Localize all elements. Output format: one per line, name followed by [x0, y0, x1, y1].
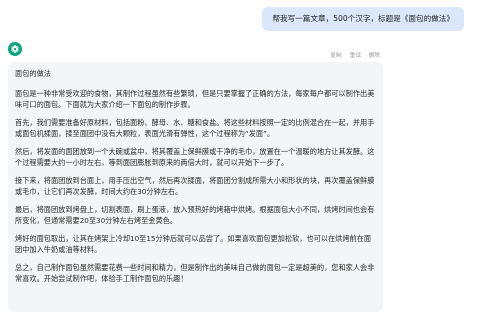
message-actions: 复制 重试 删除	[330, 51, 380, 59]
delete-button[interactable]: 删除	[369, 51, 380, 59]
article-paragraph: 面包是一种非常受欢迎的食物，其制作过程虽然有些繁琐，但是只要掌握了正确的方法，每…	[15, 88, 375, 110]
article-paragraph: 然后，将发面的面团放到一个大碗或盆中，将其覆盖上保鲜膜或干净的毛巾，放置在一个温…	[15, 146, 375, 168]
article-paragraph: 烤好的面包取出，让其在烤架上冷却10至15分钟后就可以品尝了。如果喜欢面包更加松…	[15, 233, 372, 255]
retry-button[interactable]: 重试	[350, 51, 361, 59]
article-paragraph: 首先，我们需要准备好原材料，包括面粉、酵母、水、糖和食盐。将这些材料按照一定的比…	[15, 117, 375, 139]
user-message-text: 帮我写一篇文章，500个汉字，标题是《面包的做法》	[272, 14, 454, 23]
openai-logo-icon	[11, 45, 19, 53]
article-paragraph: 总之，自己制作面包虽然需要花费一些时间和精力，但是制作出的美味自己做的面包一定是…	[15, 262, 375, 284]
article-paragraph: 最后，将面团放到烤盘上，切割表面，刷上蛋液，放入预热好的烤箱中烘烤。根据面包大小…	[15, 204, 375, 226]
copy-button[interactable]: 复制	[330, 51, 341, 59]
article-title: 面包的做法	[15, 69, 51, 78]
assistant-avatar	[8, 42, 22, 56]
article-paragraph: 接下来，将面团放到台面上，用手压出空气，然后再次揉面，将面团分割成所需大小和形状…	[15, 175, 375, 197]
user-message-bubble: 帮我写一篇文章，500个汉字，标题是《面包的做法》	[262, 7, 464, 31]
assistant-message-bubble: 面包的做法 面包是一种非常受欢迎的食物，其制作过程虽然有些繁琐，但是只要掌握了正…	[8, 62, 383, 312]
